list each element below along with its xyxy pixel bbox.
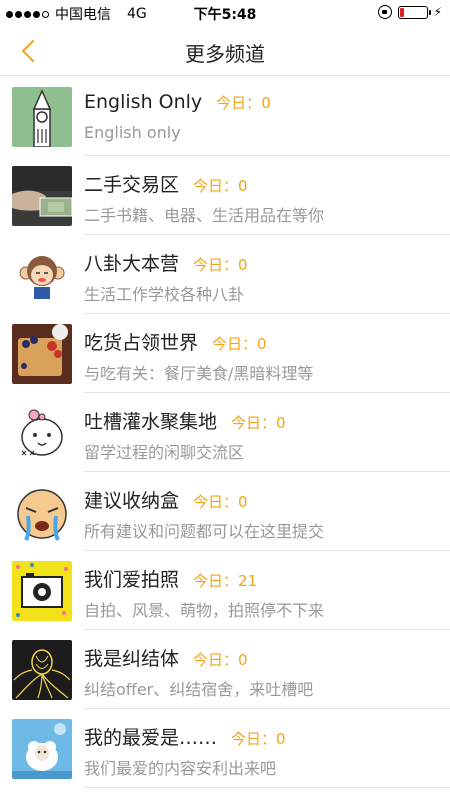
today-label: 今日： [193, 493, 239, 511]
today-count: 今日：0 [231, 730, 286, 748]
rotation-lock-icon [377, 5, 392, 19]
today-label: 今日： [231, 414, 277, 432]
today-label: 今日： [212, 335, 258, 353]
list-item[interactable]: 我们爱拍照 今日：21 自拍、风景、萌物，拍照停不下来 [0, 551, 450, 630]
channel-title: 建议收纳盒 [84, 490, 180, 512]
list-item[interactable]: 我的最爱是…… 今日：0 我们最爱的内容安利出来吧 [0, 709, 450, 788]
channel-description: 所有建议和问题都可以在这里提交 [84, 522, 325, 541]
today-count: 今日：0 [193, 177, 248, 195]
today-value: 21 [238, 572, 258, 590]
channel-title: 我们爱拍照 [84, 569, 180, 591]
big-ben-icon [12, 87, 72, 147]
today-count: 今日：0 [193, 256, 248, 274]
today-value: 0 [257, 335, 267, 353]
status-right: ⚡ [377, 5, 442, 19]
channel-description: 我们最爱的内容安利出来吧 [84, 759, 277, 778]
today-value: 0 [276, 414, 286, 432]
today-count: 今日：0 [193, 493, 248, 511]
channel-title: English Only [84, 91, 203, 113]
channel-description: 纠结offer、纠结宿舍，来吐槽吧 [84, 680, 314, 699]
cash-hand-icon [12, 166, 72, 226]
today-label: 今日： [193, 572, 239, 590]
today-value: 0 [238, 651, 248, 669]
today-label: 今日： [231, 730, 277, 748]
today-value: 0 [238, 493, 248, 511]
channel-title: 我是纠结体 [84, 648, 180, 670]
waffle-berries-icon [12, 324, 72, 384]
monkey-icon [12, 245, 72, 305]
channel-description: English only [84, 123, 181, 142]
list-item[interactable]: 我是纠结体 今日：0 纠结offer、纠结宿舍，来吐槽吧 [0, 630, 450, 709]
today-count: 今日：0 [193, 651, 248, 669]
today-count: 今日：21 [193, 572, 257, 590]
today-count: 今日：0 [216, 94, 271, 112]
channel-title: 二手交易区 [84, 174, 180, 196]
channel-title: 吃货占领世界 [84, 332, 199, 354]
list-item[interactable]: 建议收纳盒 今日：0 所有建议和问题都可以在这里提交 [0, 472, 450, 551]
nav-bar: 更多频道 [0, 26, 450, 76]
sheep-icon [12, 719, 72, 779]
list-item[interactable]: 吐槽灌水聚集地 今日：0 留学过程的闲聊交流区 [0, 393, 450, 472]
status-bar: 中国电信 4G 下午5:48 ⚡ [0, 0, 450, 26]
today-value: 0 [238, 177, 248, 195]
cartoon-cat-icon [12, 403, 72, 463]
list-item[interactable]: 二手交易区 今日：0 二手书籍、电器、生活用品在等你 [0, 156, 450, 235]
channel-title: 八卦大本营 [84, 253, 180, 275]
today-value: 0 [276, 730, 286, 748]
today-count: 今日：0 [231, 414, 286, 432]
today-label: 今日： [193, 177, 239, 195]
battery-icon [397, 5, 431, 19]
today-label: 今日： [216, 94, 262, 112]
channel-description: 二手书籍、电器、生活用品在等你 [84, 206, 325, 225]
channel-description: 生活工作学校各种八卦 [84, 285, 245, 304]
list-item[interactable]: 八卦大本营 今日：0 生活工作学校各种八卦 [0, 235, 450, 314]
channel-description: 与吃有关：餐厅美食/黑暗料理等 [84, 364, 314, 383]
crying-face-icon [12, 482, 72, 542]
tangled-lines-icon [12, 640, 72, 700]
camera-icon [12, 561, 72, 621]
today-value: 0 [238, 256, 248, 274]
today-count: 今日：0 [212, 335, 267, 353]
list-item[interactable]: 吃货占领世界 今日：0 与吃有关：餐厅美食/黑暗料理等 [0, 314, 450, 393]
divider [84, 787, 450, 788]
today-label: 今日： [193, 256, 239, 274]
channel-title: 吐槽灌水聚集地 [84, 411, 218, 433]
channel-list: English Only 今日：0 English only 二手交易区 今日：0 … [0, 77, 450, 788]
page-title: 更多频道 [185, 42, 265, 66]
charging-icon: ⚡ [433, 5, 442, 19]
channel-description: 留学过程的闲聊交流区 [84, 443, 245, 462]
channel-description: 自拍、风景、萌物，拍照停不下来 [84, 601, 325, 620]
list-item[interactable]: English Only 今日：0 English only [0, 77, 450, 156]
channel-title: 我的最爱是…… [84, 727, 218, 749]
today-label: 今日： [193, 651, 239, 669]
today-value: 0 [261, 94, 271, 112]
